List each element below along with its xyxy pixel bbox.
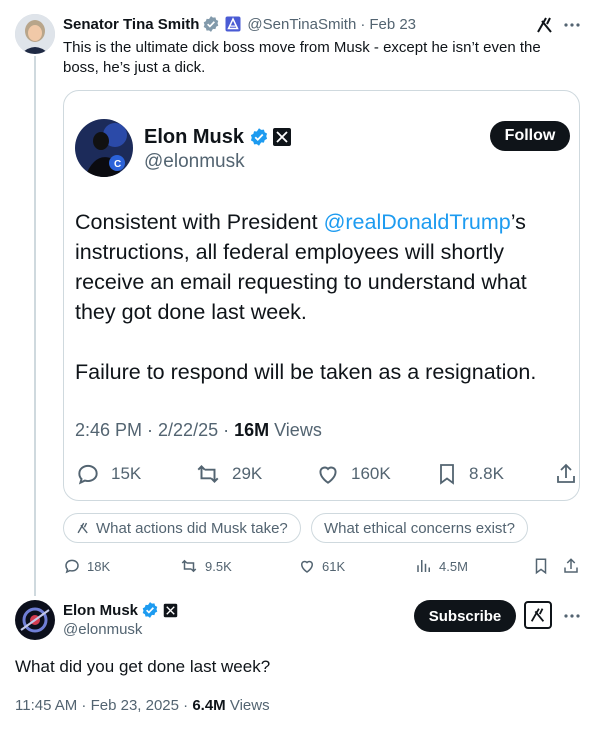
post-date[interactable]: Feb 23	[369, 16, 416, 33]
reply-views-count: 6.4M	[192, 697, 226, 714]
repost-icon	[197, 465, 219, 483]
quoted-repost-count: 29K	[232, 464, 263, 483]
reply-icon	[65, 559, 79, 574]
reply-timestamp[interactable]: 11:45 AM · Feb 23, 2025 ·	[15, 697, 192, 714]
quoted-text-part1: Consistent with President	[75, 210, 324, 234]
quoted-like-button[interactable]: 160K	[315, 461, 391, 487]
quoted-repost-button[interactable]: 29K	[194, 461, 262, 487]
grok-prompt-label: What actions did Musk take?	[96, 519, 288, 537]
repost-button[interactable]: 9.5K	[179, 557, 232, 575]
reply-button[interactable]: 18K	[63, 557, 110, 575]
more-icon[interactable]	[563, 607, 581, 625]
like-icon	[319, 466, 337, 484]
views-icon	[417, 560, 430, 572]
post-text: This is the ultimate dick boss move from…	[63, 39, 541, 76]
author-name[interactable]: Senator Tina Smith	[63, 16, 199, 33]
bookmark-icon	[440, 464, 454, 485]
repost-count: 9.5K	[205, 558, 232, 574]
bookmark-icon[interactable]	[532, 557, 550, 575]
grok-icon	[77, 522, 88, 534]
quoted-bookmark-count: 8.8K	[469, 464, 504, 483]
thread-line	[34, 56, 36, 596]
reply-author-name[interactable]: Elon Musk	[63, 602, 138, 619]
avatar-image	[15, 600, 55, 640]
avatar-tina-smith[interactable]	[15, 14, 55, 54]
quoted-post-text: Consistent with President @realDonaldTru…	[75, 207, 565, 387]
avatar-image: C	[75, 119, 133, 177]
share-icon[interactable]	[562, 557, 580, 575]
like-icon	[300, 560, 314, 573]
quoted-views-label: Views	[274, 420, 322, 440]
quoted-author-name[interactable]: Elon Musk	[144, 126, 244, 149]
quoted-reply-button[interactable]: 15K	[75, 461, 141, 487]
quoted-author-handle[interactable]: @elonmusk	[144, 151, 245, 173]
quoted-post-card[interactable]: C Elon Musk @elonmusk Follow Consistent …	[63, 90, 580, 501]
subscribe-button[interactable]: Subscribe	[414, 600, 516, 632]
avatar-elon-reply[interactable]	[15, 600, 55, 640]
follow-button[interactable]: Follow	[490, 121, 570, 151]
avatar-image	[15, 14, 55, 54]
x-logo-icon	[163, 603, 178, 617]
quoted-timestamp[interactable]: 2:46 PM · 2/22/25 ·	[75, 420, 234, 440]
grok-icon[interactable]	[535, 15, 555, 35]
views-count: 4.5M	[439, 558, 468, 574]
views-button[interactable]: 4.5M	[415, 557, 468, 575]
quoted-views-count: 16M	[234, 420, 270, 440]
grok-prompt-1[interactable]: What actions did Musk take?	[63, 513, 301, 543]
like-count: 61K	[322, 558, 346, 574]
x-logo-icon	[273, 128, 292, 146]
reply-icon	[78, 464, 98, 485]
grok-button[interactable]	[524, 601, 552, 629]
more-icon[interactable]	[563, 16, 581, 34]
quoted-bookmark-button[interactable]: 8.8K	[435, 461, 504, 487]
grok-prompt-label: What ethical concerns exist?	[324, 519, 515, 537]
reply-author-handle[interactable]: @elonmusk	[63, 621, 142, 638]
verified-gray-icon	[204, 16, 219, 32]
repost-icon	[181, 559, 197, 573]
svg-text:C: C	[114, 159, 121, 170]
reply-count: 18K	[87, 558, 111, 574]
verified-icon	[142, 602, 158, 618]
grok-icon	[530, 608, 545, 622]
quoted-text-paragraph2: Failure to respond will be taken as a re…	[75, 360, 537, 384]
avatar-elon-quoted[interactable]: C	[75, 119, 133, 177]
separator-dot: ·	[360, 15, 366, 33]
reply-text: What did you get done last week?	[15, 657, 271, 676]
verified-icon	[250, 128, 268, 146]
grok-prompt-2[interactable]: What ethical concerns exist?	[311, 513, 528, 543]
quoted-reply-count: 15K	[111, 464, 142, 483]
like-button[interactable]: 61K	[298, 557, 345, 575]
government-badge-icon	[225, 16, 241, 32]
mention-link[interactable]: @realDonaldTrump	[324, 210, 511, 234]
quoted-like-count: 160K	[351, 464, 391, 483]
share-icon[interactable]	[554, 462, 578, 486]
reply-views-label: Views	[229, 697, 270, 714]
author-handle[interactable]: @SenTinaSmith	[247, 16, 356, 33]
